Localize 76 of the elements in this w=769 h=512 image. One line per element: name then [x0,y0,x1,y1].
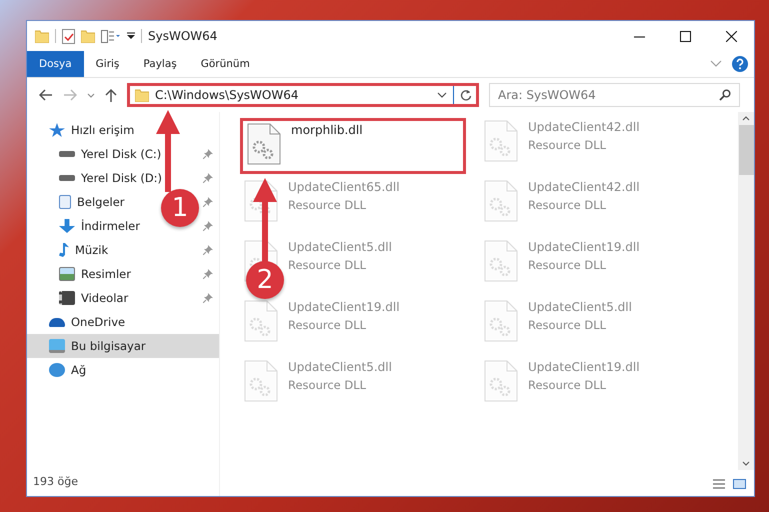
pin-icon[interactable] [203,293,213,303]
scroll-thumb[interactable] [738,125,754,175]
pin-icon[interactable] [203,269,213,279]
search-field[interactable]: Ara: SysWOW64 [489,83,740,107]
step-number-marker: 1 [161,189,199,227]
pin-icon[interactable] [203,221,213,231]
file-type: Resource DLL [288,198,368,212]
file-type: Resource DLL [288,318,368,332]
pin-icon[interactable] [203,245,213,255]
monitor-icon [49,339,65,353]
search-icon[interactable] [719,89,731,101]
details-view-icon[interactable] [713,479,725,489]
vertical-scrollbar[interactable] [738,112,754,470]
ribbon-tab[interactable]: Giriş [84,51,132,77]
sidebar-item[interactable]: Yerel Disk (C:) [27,142,168,166]
dll-file-icon [484,240,518,282]
dropdown-caret-icon[interactable] [437,92,447,98]
pin-icon[interactable] [203,149,213,159]
sidebar-item[interactable]: Videolar [27,286,134,310]
file-type: Resource DLL [288,258,368,272]
file-type: Resource DLL [528,258,608,272]
close-icon[interactable] [726,30,736,42]
ribbon-tab[interactable]: Paylaş [131,51,189,77]
scroll-up-icon[interactable] [742,116,750,121]
film-icon [59,291,75,305]
scroll-down-icon[interactable] [742,461,750,466]
sidebar-item[interactable]: OneDrive [27,310,219,334]
recent-locations-caret-icon[interactable] [87,92,95,98]
back-arrow-icon[interactable] [39,89,53,101]
dll-file-icon [484,180,518,222]
picture-icon [59,267,75,281]
address-path: C:\Windows\SysWOW64 [155,88,300,102]
document-icon [59,195,71,209]
ribbon-tab[interactable]: Dosya [27,51,84,77]
sidebar-item[interactable]: İndirmeler [27,214,146,238]
drive-icon [59,175,75,181]
maximize-icon[interactable] [680,30,690,42]
ribbon-tab[interactable]: Görünüm [188,51,262,77]
folder-icon [135,88,149,102]
help-icon[interactable] [732,56,748,72]
step-number-marker: 2 [246,261,284,299]
dll-file-icon [247,123,281,165]
globe-icon [49,363,65,377]
dll-file-icon [244,360,278,402]
sidebar-item[interactable]: Hızlı erişim [27,118,219,142]
cloud-icon [49,318,65,326]
sidebar-item[interactable]: Bu bilgisayar [27,334,219,358]
expand-ribbon-icon[interactable] [710,60,722,68]
drive-icon [59,151,75,157]
dll-file-icon [484,360,518,402]
sidebar-item[interactable]: Resimler [27,262,137,286]
file-type: Resource DLL [528,318,608,332]
file-type: Resource DLL [528,198,608,212]
sidebar-item[interactable]: Yerel Disk (D:) [27,166,168,190]
dll-file-icon [484,300,518,342]
customize-dropdown-icon[interactable] [127,32,135,40]
sidebar-item[interactable]: Belgeler [27,190,131,214]
dll-file-icon [484,120,518,162]
refresh-icon[interactable] [460,89,472,101]
dll-file-icon [244,300,278,342]
highlighted-file-item[interactable]: morphlib.dll [240,118,466,174]
pin-icon[interactable] [203,173,213,183]
view-menu-icon[interactable] [101,30,121,42]
up-arrow-icon[interactable] [105,88,117,102]
sidebar-item[interactable]: Ağ [27,358,219,382]
pin-icon[interactable] [203,197,213,207]
sidebar-item[interactable]: Müzik [27,238,114,262]
item-count: 193 öğe [32,474,79,490]
properties-icon[interactable] [62,28,75,44]
file-name[interactable]: morphlib.dll [291,123,363,137]
file-type: Resource DLL [288,378,368,392]
file-type: Resource DLL [528,138,608,152]
file-type: Resource DLL [528,378,608,392]
window-title: SysWOW64 [148,29,218,43]
large-icons-view-icon[interactable] [733,479,746,489]
address-bar[interactable]: C:\Windows\SysWOW64 [127,83,479,107]
